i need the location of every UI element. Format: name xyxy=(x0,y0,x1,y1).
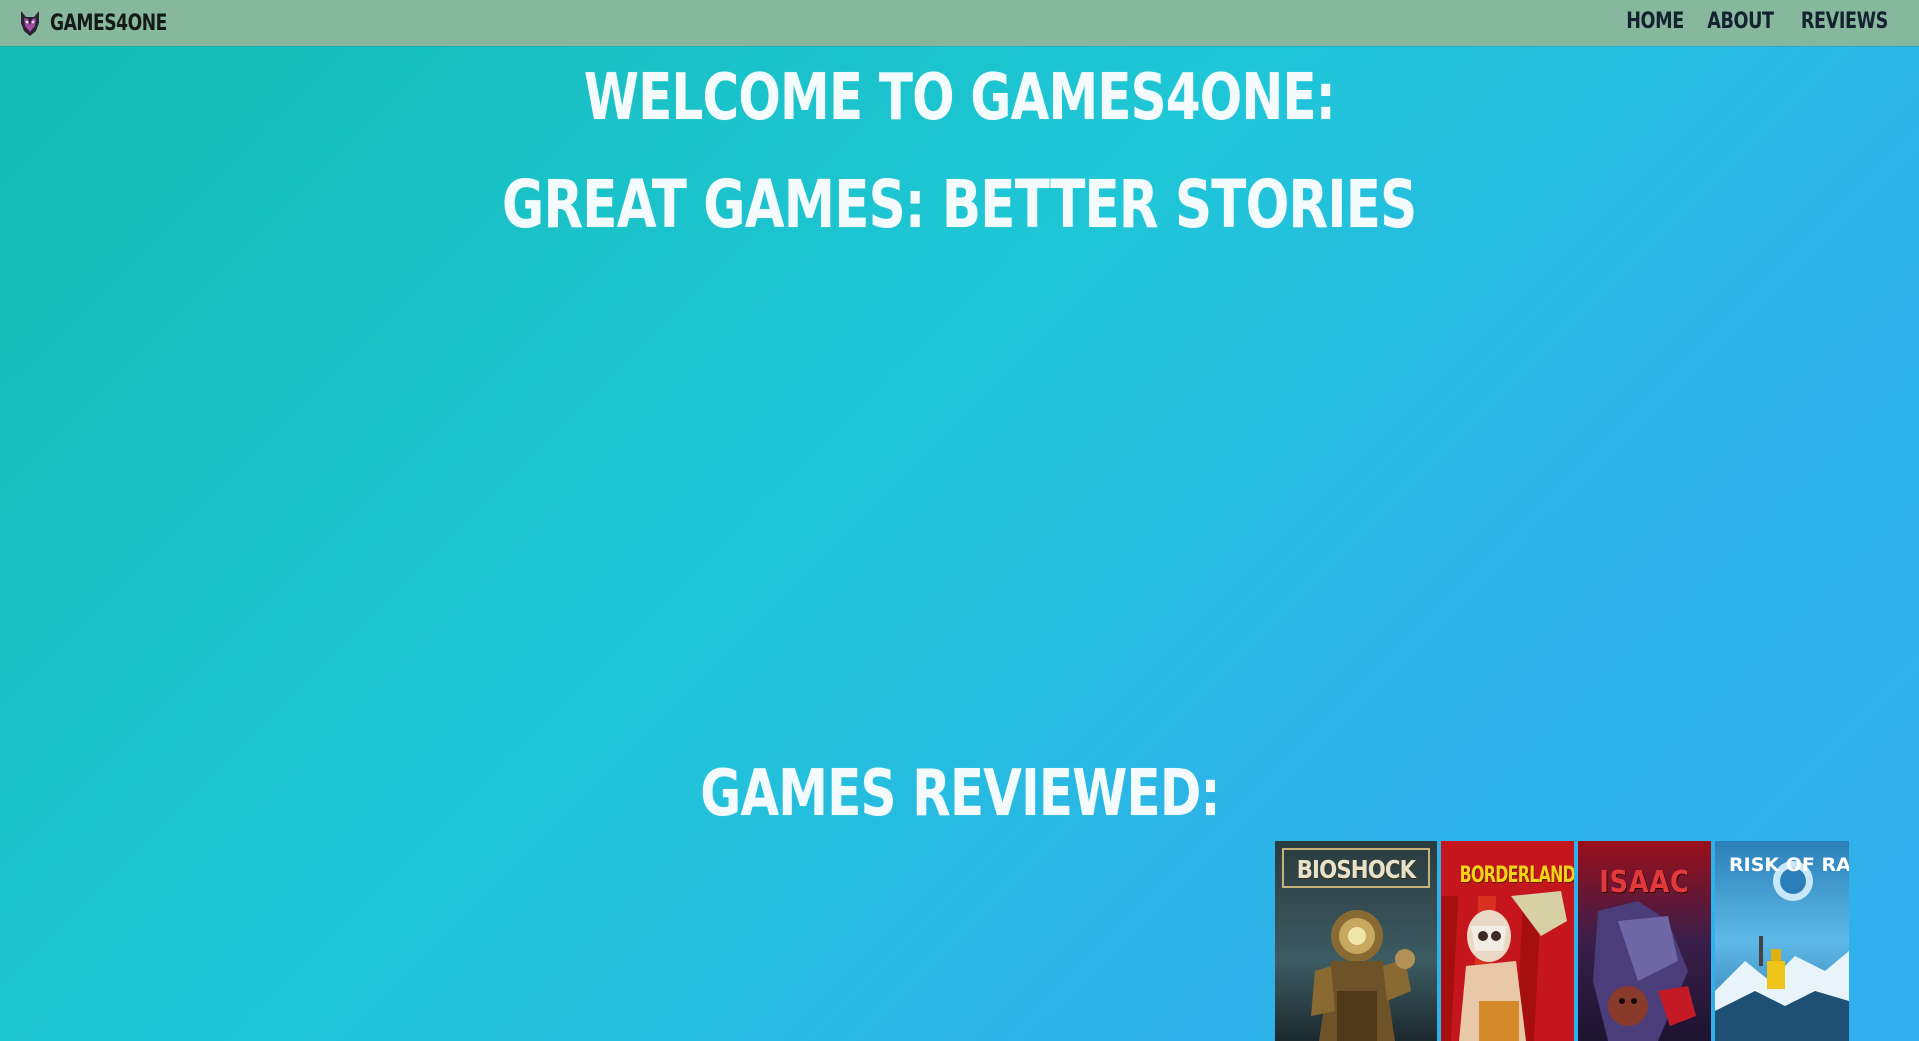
nav-about-link[interactable]: ABOUT xyxy=(1708,9,1775,34)
game-cover-borderlands[interactable]: BORDERLANDS xyxy=(1441,841,1574,1041)
brand-name: GAMES4ONE xyxy=(50,10,167,36)
games-reviewed-heading: GAMES REVIEWED: xyxy=(699,757,1220,831)
isaac-title: ISAAC xyxy=(1599,865,1690,900)
risk-of-rain-title: RISK OF RAIN 2 xyxy=(1729,854,1849,876)
game-cover-risk-of-rain-2[interactable]: RISK OF RAIN 2 xyxy=(1715,841,1849,1041)
bioshock-title: BIOSHOCK xyxy=(1296,855,1416,884)
wolf-head-icon xyxy=(21,11,39,36)
top-navbar: GAMES4ONE HOME ABOUT REVIEWS xyxy=(0,0,1919,46)
game-cover-isaac[interactable]: ISAAC xyxy=(1578,841,1711,1041)
tagline-heading: GREAT GAMES: BETTER STORIES xyxy=(502,166,1417,243)
borderlands-title: BORDERLANDS xyxy=(1459,863,1574,888)
nav-reviews-link[interactable]: REVIEWS xyxy=(1801,9,1888,34)
main-nav: HOME ABOUT REVIEWS xyxy=(1619,9,1899,34)
nav-home-link[interactable]: HOME xyxy=(1626,9,1684,34)
game-cover-bioshock[interactable]: BIOSHOCK xyxy=(1275,841,1437,1041)
brand[interactable]: GAMES4ONE xyxy=(18,8,200,38)
game-cover-gallery: BIOSHOCK BORDERLANDS ISAAC RISK OF RA xyxy=(1275,841,1849,1041)
welcome-heading: WELCOME TO GAMES4ONE: xyxy=(583,61,1336,135)
